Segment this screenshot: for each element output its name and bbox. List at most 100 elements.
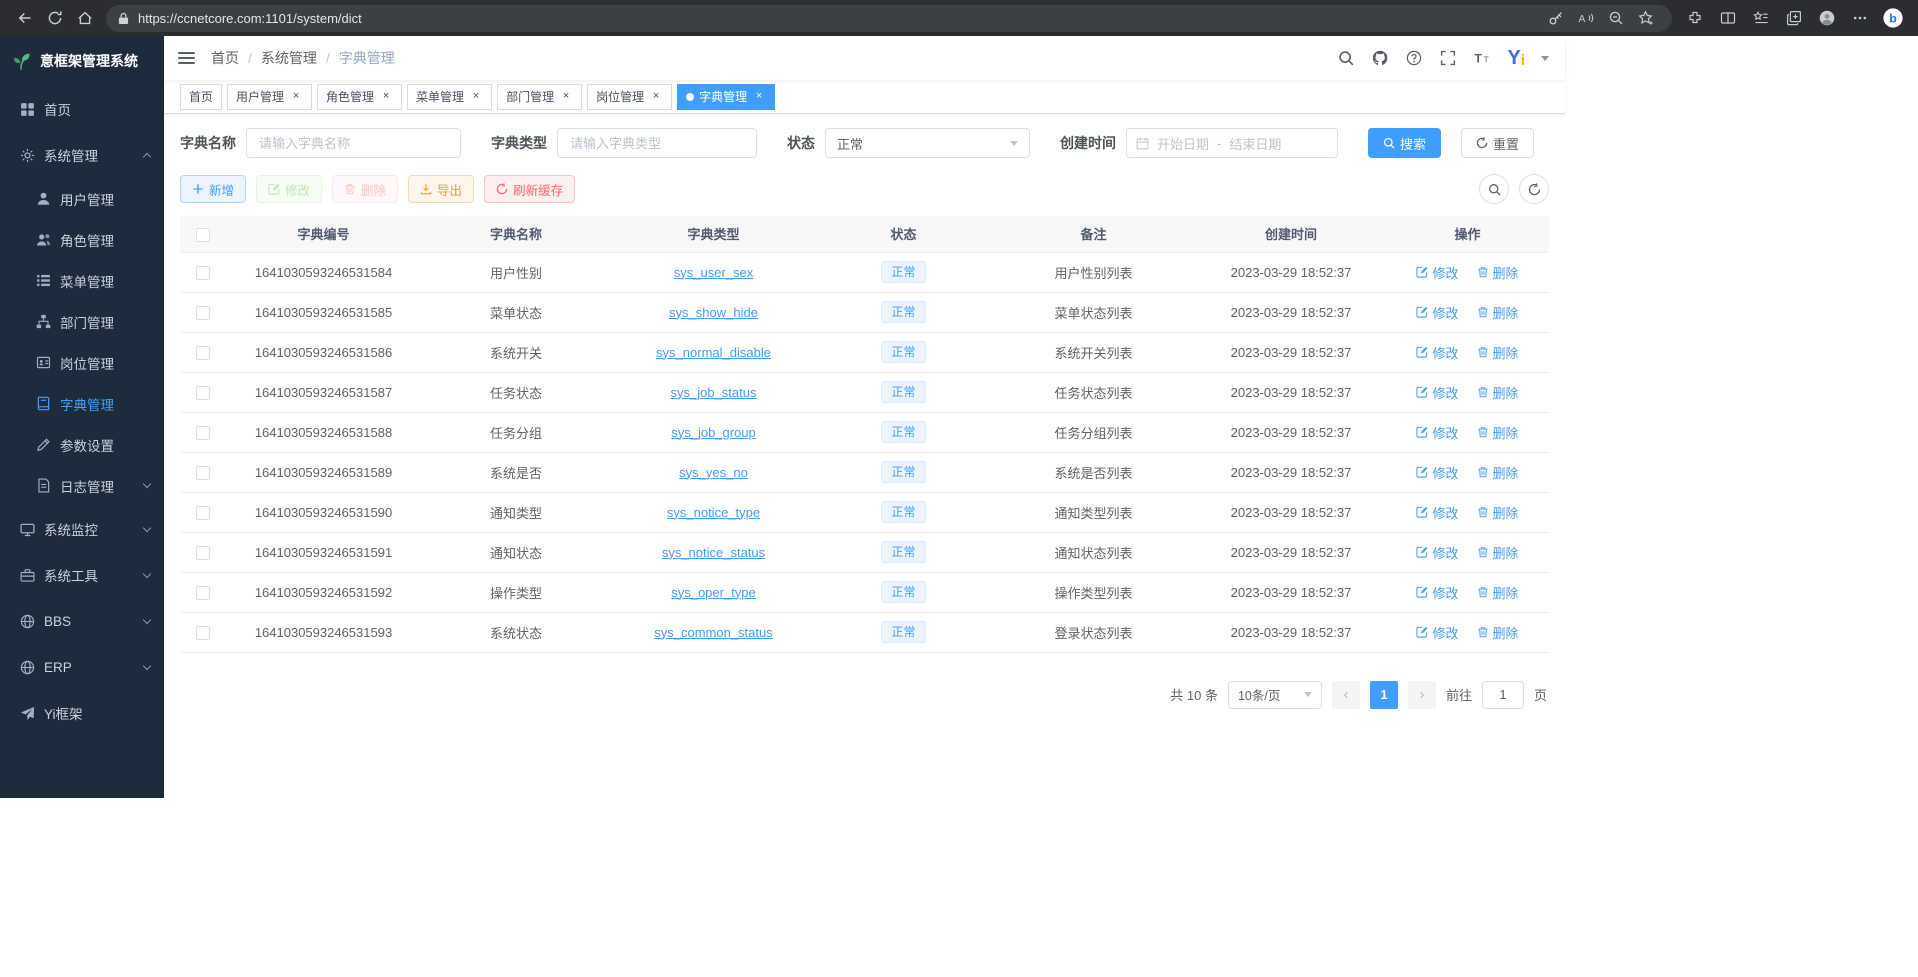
- row-edit-button[interactable]: 修改: [1416, 463, 1458, 482]
- tab-close-icon[interactable]: ×: [559, 90, 573, 104]
- breadcrumb-item[interactable]: 首页: [211, 48, 239, 68]
- row-edit-button[interactable]: 修改: [1416, 583, 1458, 602]
- row-delete-button[interactable]: 删除: [1477, 423, 1519, 442]
- row-delete-button[interactable]: 删除: [1477, 543, 1519, 562]
- tab-close-icon[interactable]: ×: [289, 90, 303, 104]
- export-button[interactable]: 导出: [408, 175, 474, 203]
- zoom-icon[interactable]: [1602, 4, 1630, 32]
- tab-dict[interactable]: 字典管理×: [677, 84, 775, 110]
- status-select[interactable]: 正常: [825, 128, 1030, 158]
- docs-question-icon[interactable]: [1405, 49, 1423, 67]
- breadcrumb-item[interactable]: 系统管理: [261, 48, 317, 68]
- row-delete-button[interactable]: 删除: [1477, 583, 1519, 602]
- row-checkbox[interactable]: [196, 266, 210, 280]
- row-edit-button[interactable]: 修改: [1416, 383, 1458, 402]
- sidebar-toggle-icon[interactable]: [178, 52, 195, 64]
- dict-type-link[interactable]: sys_normal_disable: [656, 345, 771, 360]
- dict-type-link[interactable]: sys_notice_status: [662, 545, 765, 560]
- sidebar-item-dept[interactable]: 部门管理: [0, 301, 164, 342]
- row-checkbox[interactable]: [196, 426, 210, 440]
- browser-home-button[interactable]: [70, 4, 100, 32]
- sidebar-item-role[interactable]: 角色管理: [0, 219, 164, 260]
- row-checkbox[interactable]: [196, 346, 210, 360]
- refresh-cache-button[interactable]: 刷新缓存: [484, 175, 575, 203]
- row-edit-button[interactable]: 修改: [1416, 623, 1458, 642]
- font-size-icon[interactable]: TT: [1473, 49, 1491, 67]
- sidebar-item-dict[interactable]: 字典管理: [0, 383, 164, 424]
- next-page-button[interactable]: ›: [1408, 681, 1436, 709]
- row-checkbox[interactable]: [196, 506, 210, 520]
- sidebar-item-menu[interactable]: 菜单管理: [0, 260, 164, 301]
- row-checkbox[interactable]: [196, 626, 210, 640]
- row-delete-button[interactable]: 删除: [1477, 383, 1519, 402]
- dict-type-link[interactable]: sys_show_hide: [669, 305, 758, 320]
- add-favorite-icon[interactable]: [1632, 4, 1660, 32]
- browser-back-button[interactable]: [10, 4, 40, 32]
- tab-dept[interactable]: 部门管理×: [497, 84, 582, 110]
- read-aloud-icon[interactable]: A: [1572, 4, 1600, 32]
- current-page-button[interactable]: 1: [1370, 681, 1398, 709]
- dict-type-link[interactable]: sys_notice_type: [667, 505, 760, 520]
- tab-close-icon[interactable]: ×: [469, 90, 483, 104]
- goto-page-input[interactable]: [1482, 681, 1524, 709]
- row-delete-button[interactable]: 删除: [1477, 263, 1519, 282]
- tab-post[interactable]: 岗位管理×: [587, 84, 672, 110]
- sidebar-item-tool[interactable]: 系统工具: [0, 552, 164, 598]
- sidebar-item-erp[interactable]: ERP: [0, 644, 164, 690]
- header-search-icon[interactable]: [1337, 49, 1355, 67]
- row-delete-button[interactable]: 删除: [1477, 463, 1519, 482]
- row-edit-button[interactable]: 修改: [1416, 303, 1458, 322]
- page-size-select[interactable]: 10条/页: [1228, 681, 1322, 709]
- sidebar-item-param[interactable]: 参数设置: [0, 424, 164, 465]
- github-icon[interactable]: [1371, 49, 1389, 67]
- tab-role[interactable]: 角色管理×: [317, 84, 402, 110]
- prev-page-button[interactable]: ‹: [1332, 681, 1360, 709]
- dict-type-link[interactable]: sys_user_sex: [674, 265, 753, 280]
- row-edit-button[interactable]: 修改: [1416, 343, 1458, 362]
- dict-name-input[interactable]: [246, 128, 461, 158]
- toggle-search-button[interactable]: [1479, 174, 1509, 204]
- delete-button[interactable]: 删除: [332, 175, 398, 203]
- password-key-icon[interactable]: [1542, 4, 1570, 32]
- browser-refresh-button[interactable]: [40, 4, 70, 32]
- created-date-range-picker[interactable]: 开始日期 - 结束日期: [1126, 128, 1338, 158]
- select-all-checkbox[interactable]: [196, 228, 210, 242]
- row-edit-button[interactable]: 修改: [1416, 263, 1458, 282]
- row-edit-button[interactable]: 修改: [1416, 543, 1458, 562]
- row-edit-button[interactable]: 修改: [1416, 503, 1458, 522]
- tab-user[interactable]: 用户管理×: [227, 84, 312, 110]
- sidebar-item-yi[interactable]: Yi框架: [0, 690, 164, 736]
- row-checkbox[interactable]: [196, 306, 210, 320]
- browser-profile-avatar[interactable]: [1812, 4, 1842, 32]
- site-lock-icon[interactable]: [118, 12, 129, 25]
- sidebar-item-bbs[interactable]: BBS: [0, 598, 164, 644]
- collections-icon[interactable]: [1779, 4, 1809, 32]
- sidebar-item-system[interactable]: 系统管理: [0, 132, 164, 178]
- row-delete-button[interactable]: 删除: [1477, 303, 1519, 322]
- add-button[interactable]: 新增: [180, 175, 246, 203]
- row-delete-button[interactable]: 删除: [1477, 343, 1519, 362]
- dict-type-link[interactable]: sys_oper_type: [671, 585, 756, 600]
- split-screen-icon[interactable]: [1713, 4, 1743, 32]
- row-checkbox[interactable]: [196, 586, 210, 600]
- row-delete-button[interactable]: 删除: [1477, 623, 1519, 642]
- user-avatar-logo[interactable]: Yi: [1507, 48, 1525, 68]
- dict-type-link[interactable]: sys_yes_no: [679, 465, 748, 480]
- tab-close-icon[interactable]: ×: [379, 90, 393, 104]
- row-checkbox[interactable]: [196, 386, 210, 400]
- bing-copilot-button[interactable]: b: [1878, 4, 1908, 32]
- refresh-table-button[interactable]: [1519, 174, 1549, 204]
- dict-type-link[interactable]: sys_job_status: [671, 385, 757, 400]
- sidebar-item-home[interactable]: 首页: [0, 86, 164, 132]
- row-checkbox[interactable]: [196, 466, 210, 480]
- tab-home[interactable]: 首页: [180, 84, 222, 110]
- extensions-icon[interactable]: [1680, 4, 1710, 32]
- favorites-bar-icon[interactable]: [1746, 4, 1776, 32]
- avatar-caret-down-icon[interactable]: [1541, 56, 1549, 61]
- app-logo[interactable]: 意框架管理系统: [0, 36, 164, 86]
- sidebar-item-log[interactable]: 日志管理: [0, 465, 164, 506]
- dict-type-link[interactable]: sys_common_status: [654, 625, 773, 640]
- fullscreen-icon[interactable]: [1439, 49, 1457, 67]
- sidebar-item-post[interactable]: 岗位管理: [0, 342, 164, 383]
- row-checkbox[interactable]: [196, 546, 210, 560]
